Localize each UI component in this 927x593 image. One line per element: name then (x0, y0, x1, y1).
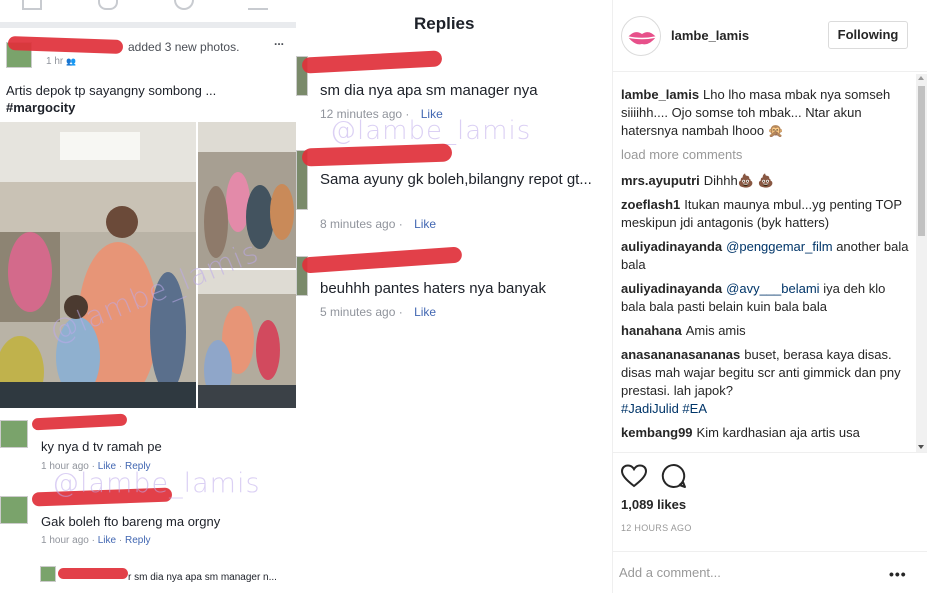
scroll-up-arrow-icon[interactable] (918, 76, 924, 80)
post-username[interactable]: lambe_lamis (671, 28, 749, 43)
reply-avatar[interactable] (40, 566, 56, 582)
profile-avatar[interactable] (621, 16, 661, 56)
caption-username[interactable]: lambe_lamis (621, 87, 699, 102)
reply-meta: 8 minutes ago · Like (320, 217, 437, 231)
comment-mention[interactable]: @avy___belami (726, 281, 819, 296)
reply-like-link[interactable]: Like (414, 305, 436, 319)
commenter-avatar[interactable] (0, 496, 28, 524)
comment-item: auliyadinayanda @penggemar_film another b… (621, 238, 913, 274)
scrollbar-thumb[interactable] (918, 86, 925, 236)
comments-scrollbar[interactable] (916, 74, 927, 452)
post-caption: lambe_lamis Lho lho masa mbak nya somseh … (621, 86, 913, 140)
post-photo-main[interactable] (0, 122, 196, 408)
comment-username[interactable]: zoeflash1 (621, 197, 680, 212)
comment-username[interactable]: auliyadinayanda (621, 281, 722, 296)
watermark-text: @lambe_lamis (52, 468, 261, 499)
comment-like-link[interactable]: Like (98, 535, 116, 546)
post-header: lambe_lamis Following (613, 0, 927, 72)
comment-username[interactable]: mrs.ayuputri (621, 173, 700, 188)
comments-list: lambe_lamis Lho lho masa mbak nya somseh … (621, 86, 913, 452)
comment-text: Gak boleh fto bareng ma orgny (41, 514, 221, 529)
add-comment-input[interactable] (619, 562, 869, 582)
post-caption: Artis depok tp sayangny sombong ... (6, 83, 217, 98)
post-more-icon[interactable]: ... (274, 34, 284, 48)
replies-panel: Replies sm dia nya apa sm manager nya 12… (296, 0, 612, 593)
comment-item: auliyadinayanda @avy___belami iya deh klo… (621, 280, 913, 316)
post-time: 1 hr 👥 (46, 56, 76, 67)
comment-item: kembang99 Kim kardhasian aja artis usa (621, 424, 913, 442)
comment-meta: 1 hour ago · Like · Reply (41, 535, 151, 546)
globe-tab-icon[interactable] (174, 0, 194, 10)
screenshot-collage: added 3 new photos. ... 1 hr 👥 Artis dep… (0, 0, 927, 593)
comment-reply-link[interactable]: Reply (125, 535, 151, 546)
friends-privacy-icon: 👥 (66, 57, 76, 66)
reply-preview-text[interactable]: r sm dia nya apa sm manager n... (128, 572, 277, 583)
comment-text: ky nya d tv ramah pe (41, 439, 162, 454)
commenter-avatar[interactable] (0, 420, 28, 448)
more-options-icon[interactable]: ••• (889, 566, 907, 582)
redaction-scribble (301, 50, 443, 74)
redaction-scribble (58, 568, 128, 579)
menu-tab-icon[interactable] (248, 0, 268, 10)
comment-item: zoeflash1 Itukan maunya mbul...yg penting… (621, 196, 913, 232)
redaction-scribble (301, 246, 463, 274)
scroll-down-arrow-icon[interactable] (918, 445, 924, 449)
comment-item: mrs.ayuputri Dihhh💩 💩 (621, 172, 913, 190)
replies-title: Replies (414, 14, 475, 33)
reply-text: sm dia nya apa sm manager nya (320, 82, 538, 99)
comment-item: hanahana Amis amis (621, 322, 913, 340)
crowd-photo-graphic (0, 122, 196, 408)
comment-username[interactable]: kembang99 (621, 425, 693, 440)
redaction-scribble (301, 143, 453, 167)
lips-logo-icon (627, 32, 657, 45)
comment-icon[interactable] (661, 463, 687, 489)
add-comment-bar: ••• (613, 551, 927, 593)
comment-username[interactable]: anasananasananas (621, 347, 740, 362)
comment-mention[interactable]: @penggemar_film (726, 239, 832, 254)
comment-item: anasananasananas buset, berasa kaya disas… (621, 346, 913, 418)
comment-time: 1 hour ago (41, 535, 89, 546)
facebook-post-panel: added 3 new photos. ... 1 hr 👥 Artis dep… (0, 0, 296, 593)
post-text: Artis depok tp sayangny sombong ... #mar… (6, 82, 216, 116)
likes-count[interactable]: 1,089 likes (621, 497, 686, 512)
following-button[interactable]: Following (828, 21, 908, 49)
comment-text: Amis amis (685, 323, 746, 338)
comment-username[interactable]: hanahana (621, 323, 682, 338)
comment-text: Dihhh💩 💩 (703, 173, 774, 188)
reply-time: 5 minutes ago (320, 305, 396, 319)
friends-tab-icon[interactable] (98, 0, 118, 10)
instagram-post-sidebar: lambe_lamis Following lambe_lamis Lho lho… (612, 0, 927, 593)
heart-icon[interactable] (621, 464, 647, 488)
load-more-comments-link[interactable]: load more comments (621, 146, 913, 164)
post-hashtag[interactable]: #margocity (6, 99, 216, 116)
comment-hashtags[interactable]: #JadiJulid #EA (621, 400, 913, 418)
facebook-tab-bar (0, 0, 296, 28)
reply-text: Sama ayuny gk boleh,bilangny repot gt... (320, 171, 592, 188)
reply-like-link[interactable]: Like (414, 217, 436, 231)
comment-text: Kim kardhasian aja artis usa (696, 425, 860, 440)
post-actions: 1,089 likes 12 HOURS AGO ••• (613, 452, 927, 593)
post-photo-3[interactable] (198, 270, 296, 408)
watermark-text: @lambe_lamis (330, 116, 532, 146)
redaction-scribble (31, 413, 128, 431)
comment-username[interactable]: auliyadinayanda (621, 239, 722, 254)
post-time-label: 1 hr (46, 56, 64, 67)
reply-meta: 5 minutes ago · Like (320, 305, 437, 319)
crowd-photo-graphic-3 (198, 270, 296, 408)
reply-time: 8 minutes ago (320, 217, 396, 231)
post-timestamp: 12 HOURS AGO (621, 523, 692, 533)
reply-text: beuhhh pantes haters nya banyak (320, 280, 547, 297)
post-header-text: added 3 new photos. (128, 40, 240, 54)
home-tab-icon[interactable] (22, 0, 42, 10)
